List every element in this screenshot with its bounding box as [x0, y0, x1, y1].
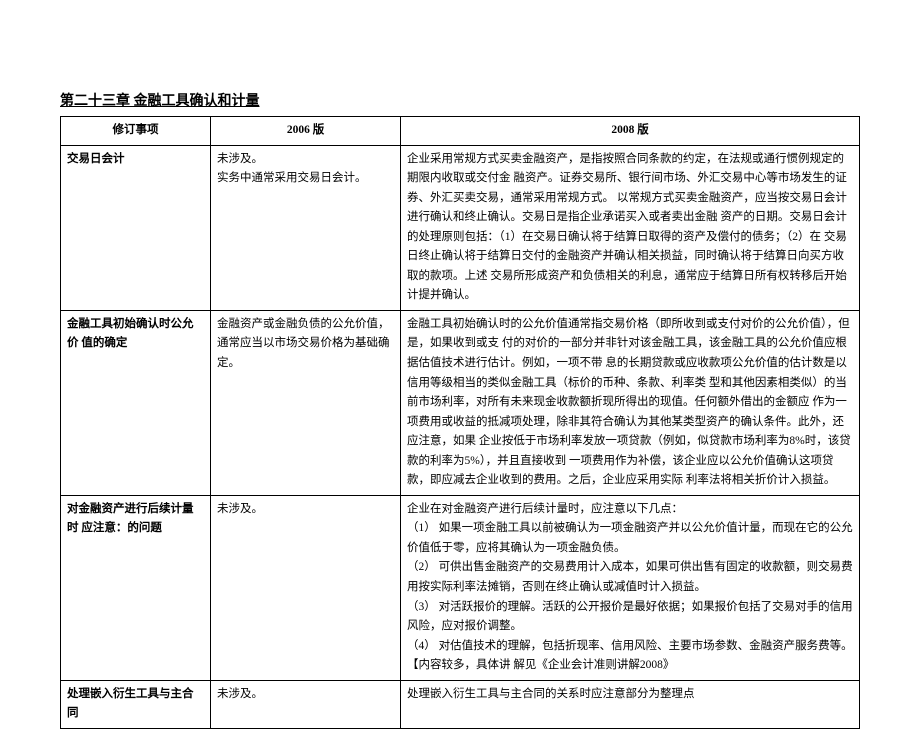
header-2006: 2006 版	[211, 117, 401, 146]
cell-2008: 金融工具初始确认时的公允价值通常指交易价格（即所收到或支付对价的公允价值），但是…	[401, 310, 860, 495]
cell-item: 处理嵌入衍生工具与主合同	[61, 680, 211, 728]
table-row: 处理嵌入衍生工具与主合同 未涉及。 处理嵌入衍生工具与主合同的关系时应注意部分为…	[61, 680, 860, 728]
revision-table: 修订事项 2006 版 2008 版 交易日会计 未涉及。实务中通常采用交易日会…	[60, 116, 860, 729]
cell-item: 金融工具初始确认时公允价 值的确定	[61, 310, 211, 495]
table-row: 交易日会计 未涉及。实务中通常采用交易日会计。 企业采用常规方式买卖金融资产，是…	[61, 145, 860, 310]
cell-2006: 金融资产或金融负债的公允价值，通常应当以市场交易价格为基础确定。	[211, 310, 401, 495]
table-row: 对金融资产进行后续计量时 应注意：的问题 未涉及。 企业在对金融资产进行后续计量…	[61, 495, 860, 680]
cell-item: 交易日会计	[61, 145, 211, 310]
cell-2006: 未涉及。实务中通常采用交易日会计。	[211, 145, 401, 310]
cell-2008: 企业采用常规方式买卖金融资产，是指按照合同条款的约定，在法规或通行惯例规定的期限…	[401, 145, 860, 310]
cell-2008: 企业在对金融资产进行后续计量时，应注意以下几点：（1） 如果一项金融工具以前被确…	[401, 495, 860, 680]
cell-2006: 未涉及。	[211, 680, 401, 728]
cell-item: 对金融资产进行后续计量时 应注意：的问题	[61, 495, 211, 680]
header-item: 修订事项	[61, 117, 211, 146]
chapter-heading: 第二十三章 金融工具确认和计量	[60, 90, 860, 110]
header-2008: 2008 版	[401, 117, 860, 146]
table-row: 金融工具初始确认时公允价 值的确定 金融资产或金融负债的公允价值，通常应当以市场…	[61, 310, 860, 495]
cell-2006: 未涉及。	[211, 495, 401, 680]
cell-2008: 处理嵌入衍生工具与主合同的关系时应注意部分为整理点	[401, 680, 860, 728]
